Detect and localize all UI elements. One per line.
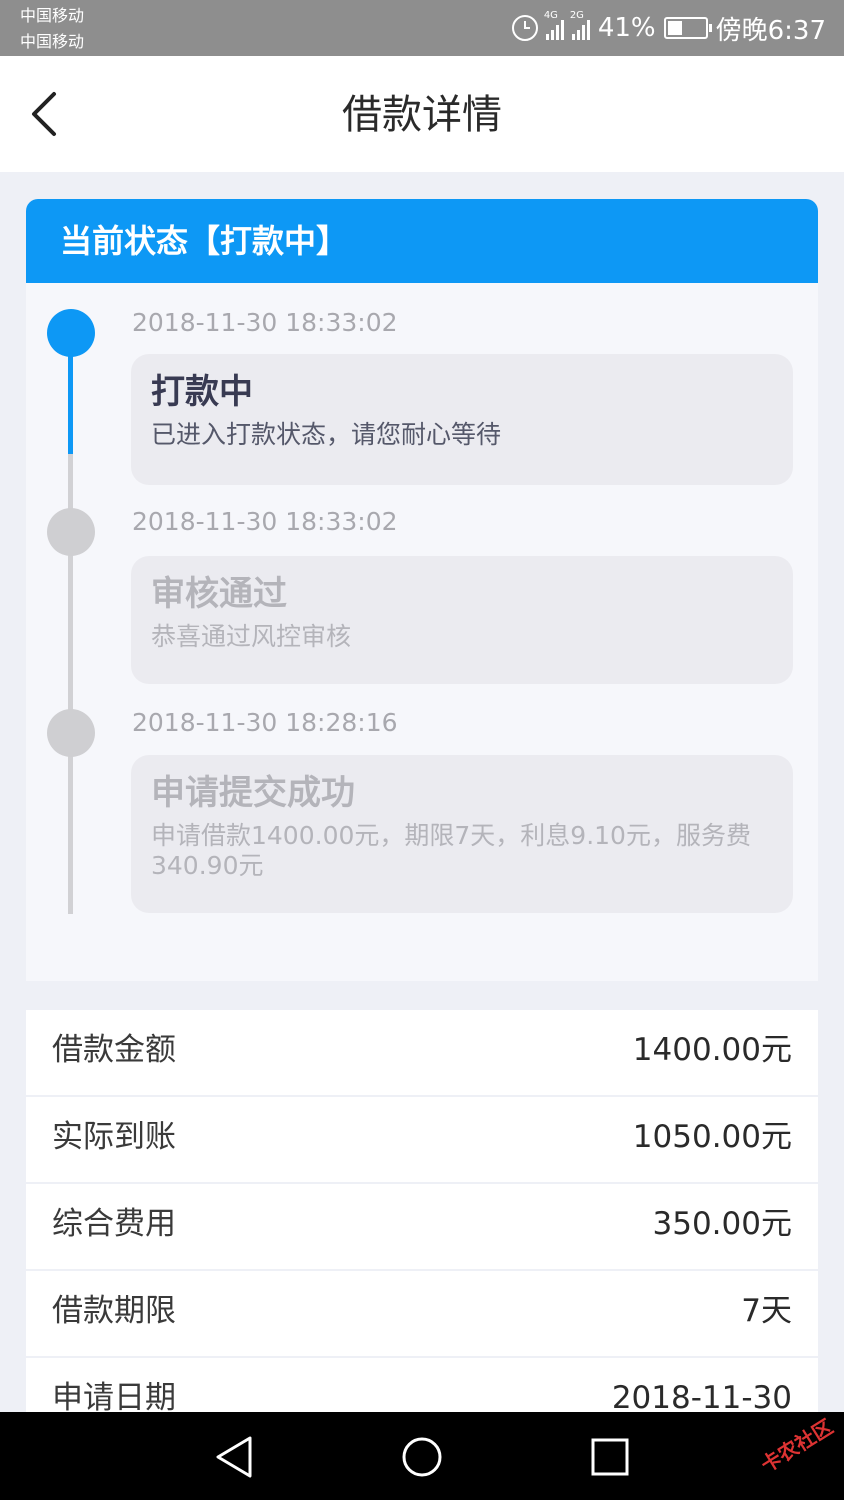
square-recent-icon [591,1438,629,1476]
system-nav-bar: 卡农社区 [0,1412,844,1500]
carrier-2: 中国移动 [20,32,85,51]
detail-label: 借款金额 [52,1032,176,1068]
detail-value: 350.00元 [652,1206,792,1242]
battery-icon [663,17,712,39]
nav-bar: 借款详情 [0,56,844,172]
detail-value: 1400.00元 [632,1032,792,1068]
triangle-back-icon [216,1436,252,1478]
alarm-icon [511,15,538,41]
carrier-1: 中国移动 [20,6,85,25]
watermark-logo: 卡农社区 [756,1414,838,1478]
timeline-desc: 申请借款1400.00元，期限7天，利息9.10元，服务费340.90元 [151,821,751,880]
timeline-time: 2018-11-30 18:33:02 [132,308,398,337]
timeline-time: 2018-11-30 18:33:02 [132,507,398,536]
detail-label: 借款期限 [52,1293,176,1329]
page-title: 借款详情 [342,92,502,138]
system-recent-button[interactable] [580,1432,640,1482]
signal-icon-2: 2G [570,10,590,40]
timeline-title: 打款中 [151,372,253,412]
timeline-box: 打款中 已进入打款状态，请您耐心等待 [131,354,793,485]
timeline-box: 审核通过 恭喜通过风控审核 [131,556,793,684]
timeline-dot [47,709,95,757]
detail-value: 1050.00元 [632,1119,792,1155]
detail-row: 借款期限 7天 [26,1271,818,1356]
timeline-dot-active [47,309,95,357]
timeline-time: 2018-11-30 18:28:16 [132,708,398,737]
timeline-desc: 已进入打款状态，请您耐心等待 [151,420,502,449]
timeline-title: 审核通过 [151,574,287,614]
status-bar: 中国移动 中国移动 4G 2G 41% 傍晚6:37 [0,0,844,56]
battery-percent: 41% [597,13,656,43]
detail-label: 实际到账 [52,1119,176,1155]
timeline-box: 申请提交成功 申请借款1400.00元，期限7天，利息9.10元，服务费340.… [131,755,793,913]
loan-details: 借款金额 1400.00元 实际到账 1050.00元 综合费用 350.00元… [26,1010,818,1445]
signal-icon-1: 4G [544,10,564,40]
timeline-dot [47,508,95,556]
status-card: 当前状态【打款中】 2018-11-30 18:33:02 打款中 已进入打款状… [26,199,818,981]
timeline-desc: 恭喜通过风控审核 [151,622,352,651]
current-status-header: 当前状态【打款中】 [26,199,818,283]
detail-label: 综合费用 [52,1206,176,1242]
detail-row: 综合费用 350.00元 [26,1184,818,1269]
detail-row: 借款金额 1400.00元 [26,1010,818,1095]
timeline-title: 申请提交成功 [151,773,355,813]
status-icons: 4G 2G 41% 傍晚6:37 [511,10,826,46]
detail-row: 实际到账 1050.00元 [26,1097,818,1182]
detail-value: 7天 [741,1293,792,1329]
system-back-button[interactable] [204,1432,264,1482]
clock: 傍晚6:37 [715,15,826,46]
circle-home-icon [402,1437,442,1477]
timeline-line-active [68,349,73,454]
system-home-button[interactable] [392,1432,452,1482]
